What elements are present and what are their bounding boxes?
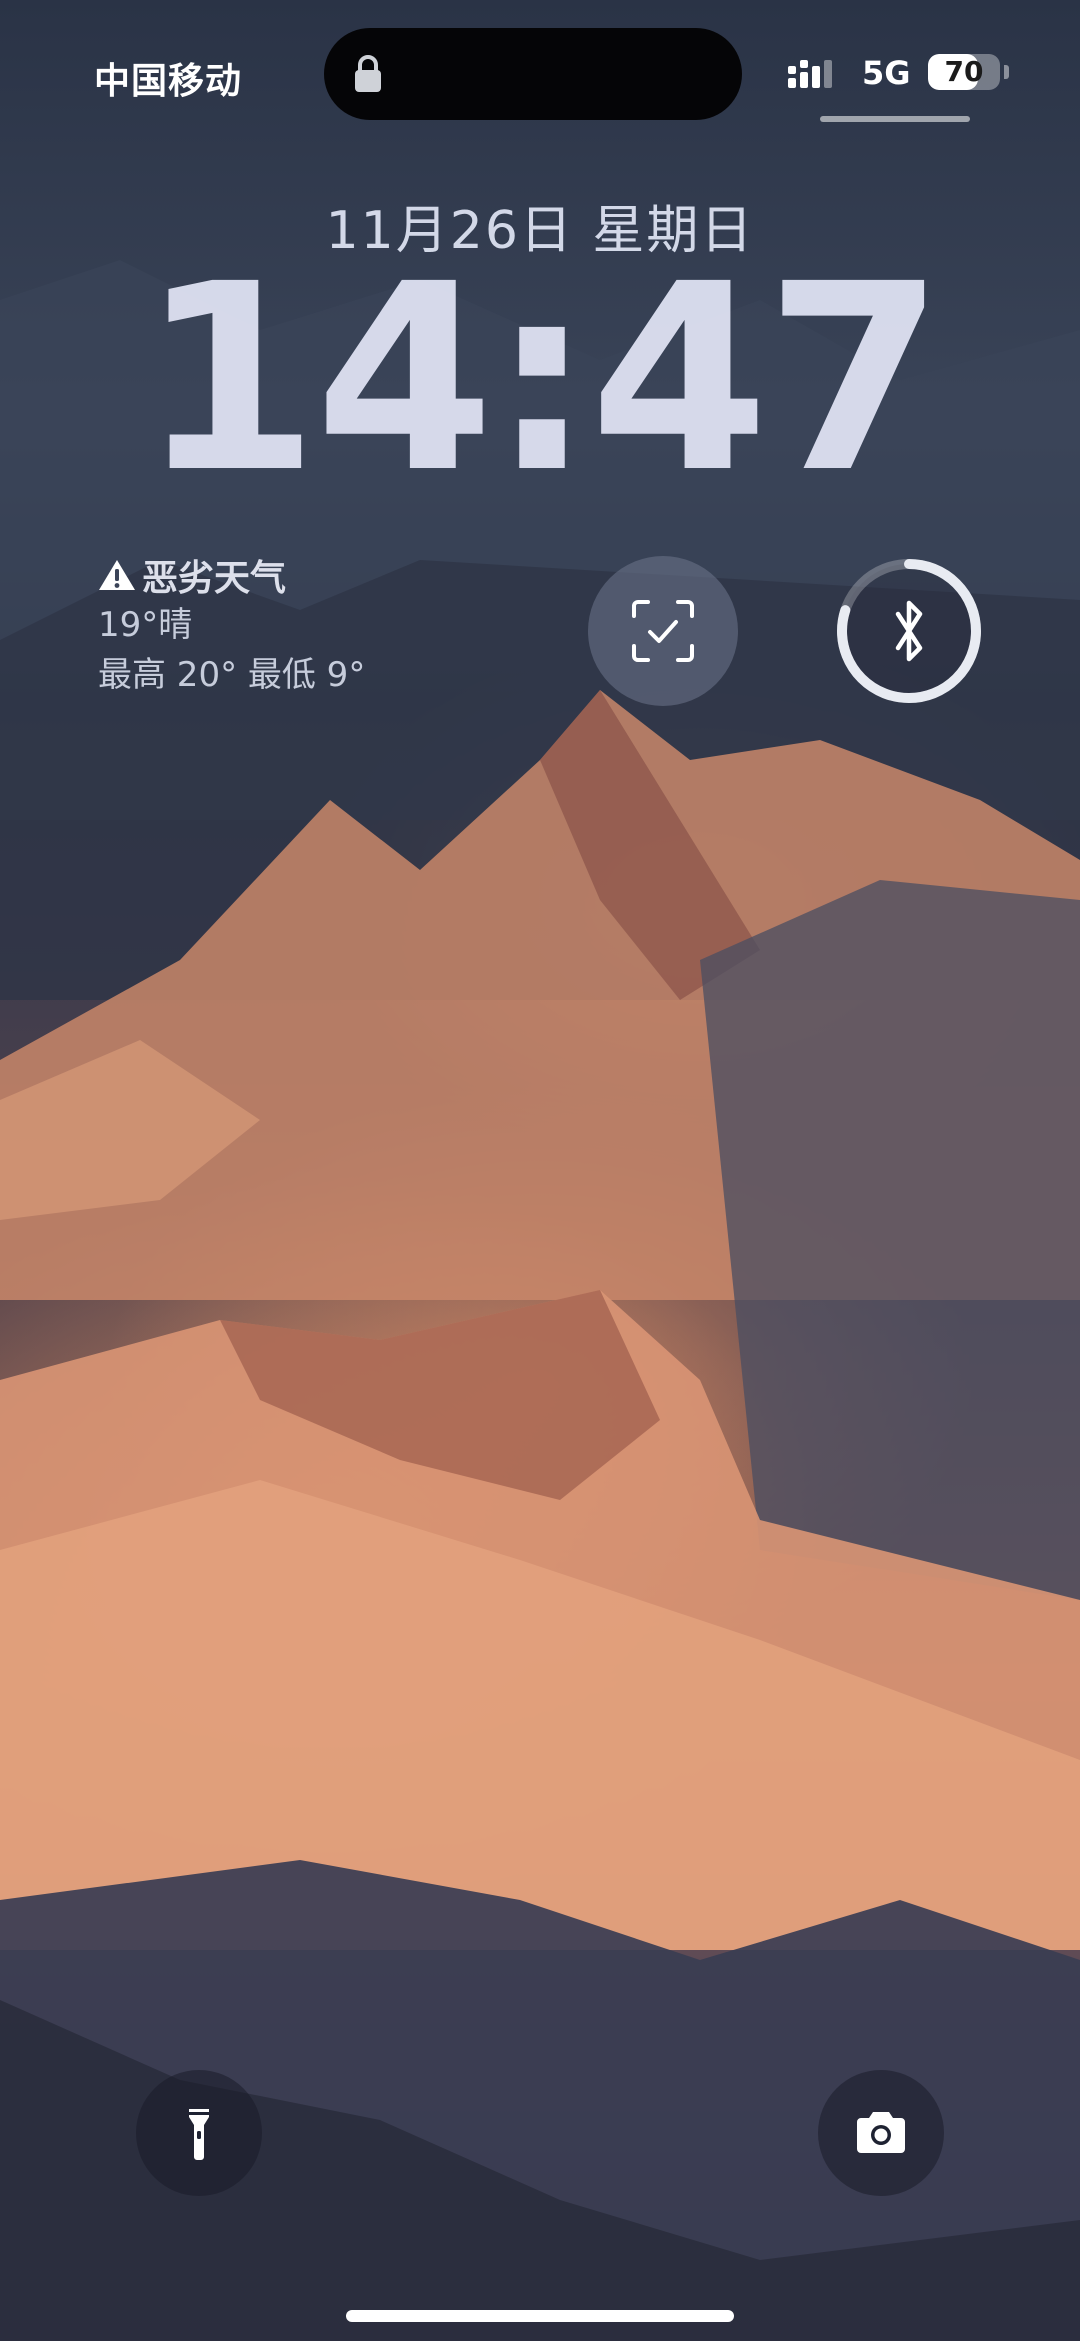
bluetooth-battery-ring — [837, 559, 981, 703]
weather-alert: 恶劣天气 — [98, 550, 428, 600]
signal-strength-icon — [788, 60, 832, 88]
lock-screen-time[interactable]: 14:47 — [0, 237, 1080, 522]
flashlight-icon — [189, 2109, 209, 2160]
status-bar: 中国移动 5G 70 — [0, 0, 1080, 130]
flashlight-button[interactable] — [136, 2070, 262, 2196]
dynamic-island[interactable] — [324, 28, 742, 120]
weather-alert-label: 恶劣天气 — [142, 558, 287, 599]
weather-current: 19°晴 — [98, 605, 193, 645]
camera-icon — [857, 2112, 905, 2153]
network-type: 5G — [862, 54, 911, 92]
weather-range: 最高 20° 最低 9° — [98, 655, 366, 695]
control-center-hint[interactable] — [820, 116, 970, 122]
scan-check-icon — [632, 600, 694, 662]
warning-icon — [99, 560, 135, 590]
camera-button[interactable] — [818, 2070, 944, 2196]
lock-icon — [355, 55, 381, 92]
weather-widget[interactable]: 恶劣天气 19°晴 最高 20° 最低 9° — [98, 550, 428, 700]
home-indicator[interactable] — [346, 2310, 734, 2322]
scan-widget[interactable] — [588, 556, 738, 706]
bluetooth-battery-widget[interactable] — [834, 556, 984, 706]
battery-level: 70 — [944, 55, 984, 88]
battery-icon: 70 — [928, 54, 1009, 90]
carrier-name: 中国移动 — [94, 61, 243, 102]
